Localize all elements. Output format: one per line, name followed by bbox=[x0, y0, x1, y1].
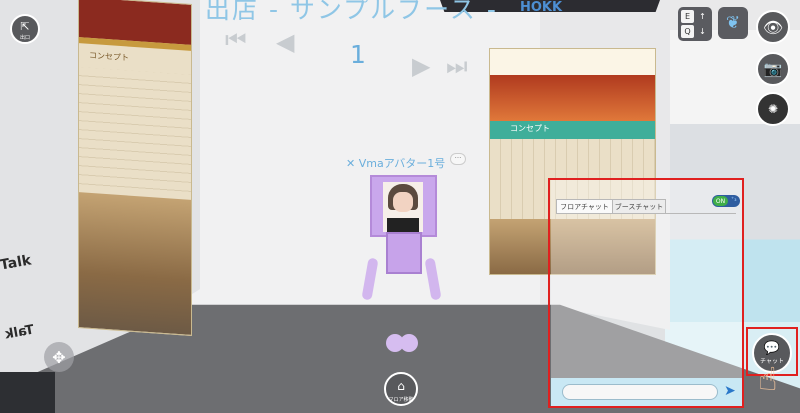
camera-icon: 📷 bbox=[763, 60, 783, 78]
key-q: Q bbox=[681, 25, 694, 38]
speech-bubble-icon: ··· bbox=[450, 153, 466, 165]
camera-button[interactable]: 📷 bbox=[756, 52, 790, 86]
last-booth-icon[interactable]: ⏭ bbox=[446, 52, 468, 80]
first-booth-icon[interactable]: ⏮ bbox=[225, 26, 247, 54]
chat-panel-highlight bbox=[548, 178, 744, 408]
next-booth-icon[interactable]: ▶ bbox=[412, 52, 430, 80]
avatar-head[interactable] bbox=[370, 175, 437, 237]
left-wall-poster[interactable]: コンセプト bbox=[78, 0, 192, 336]
exit-button[interactable]: ⇱ 出口 bbox=[10, 14, 40, 44]
floor-move-label: フロア移動 bbox=[388, 397, 414, 403]
arrow-down-icon: ↓ bbox=[699, 27, 706, 36]
avatar-name-label: ✕ Vmaアバター1号 bbox=[346, 157, 446, 170]
avatar-body bbox=[386, 232, 422, 274]
move-joystick-icon[interactable]: ✥ bbox=[44, 342, 74, 372]
avatar-name: Vmaアバター1号 bbox=[358, 157, 446, 170]
keyboard-hint: E ↑ Q ↓ bbox=[678, 7, 712, 41]
poster-label: コンセプト bbox=[510, 124, 550, 133]
key-e: E bbox=[681, 10, 694, 23]
overhead-sign-text: HOKK bbox=[520, 0, 563, 15]
poster-label: コンセプト bbox=[89, 50, 129, 63]
pointing-hand-icon: ☝ bbox=[758, 360, 778, 398]
arrow-up-icon: ↑ bbox=[699, 12, 706, 21]
floor-map-icon: ⌂ bbox=[397, 379, 405, 393]
booth-title: 出店 - サンプルブース - bbox=[205, 0, 498, 24]
prev-booth-icon[interactable]: ◀ bbox=[276, 28, 294, 56]
microphone-button[interactable]: ✺ bbox=[756, 92, 790, 126]
booth-number: 1 bbox=[350, 40, 366, 69]
view-eye-button[interactable]: 👁 bbox=[756, 10, 790, 44]
floor-move-button[interactable]: ⌂ フロア移動 bbox=[384, 372, 418, 406]
microphone-icon: ✺ bbox=[767, 102, 779, 116]
floor-frame-edge bbox=[0, 372, 55, 413]
fly-wing-icon[interactable]: ❦ bbox=[718, 7, 748, 39]
avatar-right-foot bbox=[400, 334, 418, 352]
avatar-portrait bbox=[383, 182, 423, 232]
eye-icon: 👁 bbox=[762, 17, 784, 37]
exit-icon: ⇱ bbox=[20, 20, 30, 33]
exit-label: 出口 bbox=[19, 35, 30, 41]
